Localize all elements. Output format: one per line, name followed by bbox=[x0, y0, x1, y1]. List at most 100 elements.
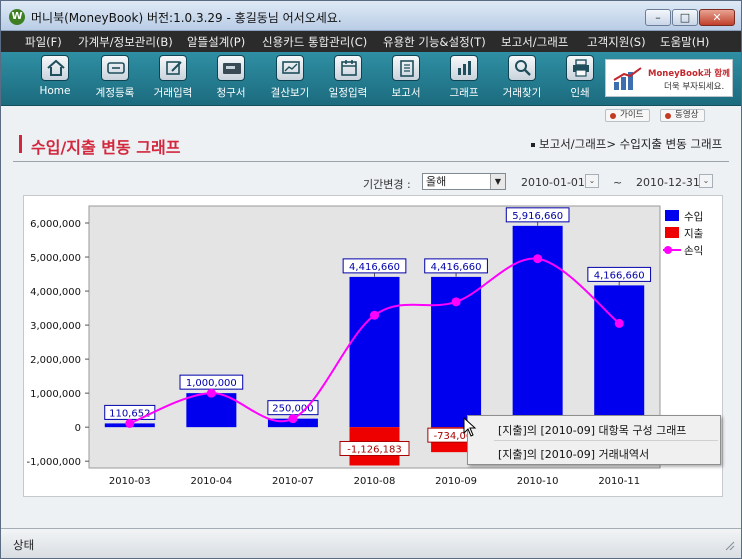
toolbar-find-transaction-button[interactable]: 거래찾기 bbox=[495, 55, 549, 103]
income-data-label: 5,916,660 bbox=[512, 211, 563, 222]
menu-credit-card[interactable]: 신용카드 통합관리(C) bbox=[262, 34, 367, 50]
menu-support[interactable]: 고객지원(S) bbox=[587, 34, 646, 50]
moneybook-app-icon: W bbox=[9, 9, 25, 25]
net-profit-point bbox=[206, 388, 216, 398]
y-tick-label: -1,000,000 bbox=[26, 457, 81, 468]
toolbar-print-button[interactable]: 인쇄 bbox=[553, 55, 607, 103]
start-date[interactable]: 2010-01-01 bbox=[521, 176, 585, 189]
period-label: 기간변경 : bbox=[363, 178, 411, 191]
header-divider bbox=[13, 161, 729, 162]
y-tick-label: 0 bbox=[75, 423, 81, 434]
y-tick-label: 4,000,000 bbox=[30, 287, 81, 298]
toolbar-report-button[interactable]: 보고서 bbox=[379, 55, 433, 103]
guide-button[interactable]: 가이드 bbox=[605, 109, 651, 122]
y-tick-label: 5,000,000 bbox=[30, 253, 81, 264]
context-menu-item-transaction-list[interactable]: [지출]의 [2010-09] 거래내역서 bbox=[498, 446, 649, 462]
net-profit-point bbox=[288, 414, 298, 424]
breadcrumb: 보고서/그래프> 수입지출 변동 그래프 bbox=[531, 136, 722, 152]
minimize-button[interactable]: – bbox=[645, 9, 671, 26]
start-date-picker-button[interactable]: ⌄ bbox=[585, 174, 599, 188]
toolbar-transaction-entry-button[interactable]: 거래입력 bbox=[146, 55, 200, 103]
mouse-cursor-icon bbox=[463, 417, 477, 437]
maximize-button[interactable]: □ bbox=[672, 9, 698, 26]
resize-grip-icon[interactable] bbox=[723, 539, 735, 551]
end-date[interactable]: 2010-12-31 bbox=[636, 176, 700, 189]
x-tick-label: 2010-03 bbox=[109, 476, 151, 487]
income-data-label: 250,000 bbox=[272, 404, 313, 415]
video-bullet-icon bbox=[665, 113, 671, 119]
context-menu-separator bbox=[494, 440, 718, 441]
toolbar-settlement-button[interactable]: 결산보기 bbox=[263, 55, 317, 103]
toolbar-label: 결산보기 bbox=[270, 87, 310, 99]
period-select-value: 올해 bbox=[426, 175, 447, 188]
net-profit-point bbox=[125, 418, 135, 428]
video-button-label: 동영상 bbox=[675, 110, 699, 120]
report-icon bbox=[392, 55, 420, 81]
main-toolbar: Home 계정등록 거래입력 청구서 결산보기 일정입력 보고서 그래프 거래찾… bbox=[1, 52, 741, 106]
toolbar-home-button[interactable]: Home bbox=[28, 55, 82, 103]
home-icon bbox=[41, 55, 69, 81]
menu-ledger-info[interactable]: 가계부/정보관리(B) bbox=[78, 34, 173, 50]
ad-chart-icon bbox=[613, 67, 642, 90]
title-bar: W 머니북(MoneyBook) 버전:1.0.3.29 - 홍길동님 어서오세… bbox=[1, 1, 741, 31]
toolbar-label: Home bbox=[39, 85, 71, 97]
ad-line-2: 더욱 부자되세요. bbox=[664, 82, 725, 92]
close-button[interactable]: ✕ bbox=[699, 9, 735, 26]
income-data-label: 1,000,000 bbox=[186, 378, 237, 389]
menu-bar: 파일(F) 가계부/정보관리(B) 알뜰설계(P) 신용카드 통합관리(C) 유… bbox=[1, 31, 741, 52]
legend-income-swatch bbox=[665, 210, 679, 221]
status-bar: 상태 bbox=[1, 528, 741, 558]
dropdown-arrow-icon[interactable]: ▼ bbox=[490, 174, 505, 189]
x-tick-label: 2010-10 bbox=[517, 476, 559, 487]
window-title: 머니북(MoneyBook) 버전:1.0.3.29 - 홍길동님 어서오세요. bbox=[31, 11, 342, 25]
page-title: 수입/지출 변동 그래프 bbox=[31, 138, 181, 157]
y-tick-label: 3,000,000 bbox=[30, 321, 81, 332]
toolbar-schedule-button[interactable]: 일정입력 bbox=[321, 55, 375, 103]
video-button[interactable]: 동영상 bbox=[660, 109, 706, 122]
toolbar-label: 청구서 bbox=[216, 87, 246, 99]
menu-budget-plan[interactable]: 알뜰설계(P) bbox=[187, 34, 245, 50]
bill-card-icon bbox=[217, 55, 245, 81]
y-tick-label: 6,000,000 bbox=[30, 219, 81, 230]
toolbar-label: 인쇄 bbox=[570, 87, 590, 99]
chevron-down-icon: ⌄ bbox=[588, 176, 596, 185]
chevron-down-icon: ⌄ bbox=[702, 176, 710, 185]
net-profit-point bbox=[614, 318, 624, 328]
toolbar-graph-button[interactable]: 그래프 bbox=[437, 55, 491, 103]
legend-net-label: 손익 bbox=[684, 245, 703, 257]
toolbar-label: 일정입력 bbox=[328, 87, 368, 99]
toolbar-account-register-button[interactable]: 계정등록 bbox=[88, 55, 142, 103]
app-window: W 머니북(MoneyBook) 버전:1.0.3.29 - 홍길동님 어서오세… bbox=[0, 0, 742, 559]
y-tick-label: 1,000,000 bbox=[30, 389, 81, 400]
title-accent-bar bbox=[19, 135, 22, 153]
y-tick-label: 2,000,000 bbox=[30, 355, 81, 366]
toolbar-label: 거래찾기 bbox=[502, 87, 542, 99]
moneybook-ad-banner[interactable]: MoneyBook과 함께 더욱 부자되세요. bbox=[605, 59, 733, 97]
printer-icon bbox=[566, 55, 594, 81]
legend-net-marker bbox=[664, 246, 672, 254]
context-menu: [지출]의 [2010-09] 대항목 구성 그래프 [지출]의 [2010-0… bbox=[467, 415, 721, 465]
account-register-icon bbox=[101, 55, 129, 81]
breadcrumb-text: 보고서/그래프> 수입지출 변동 그래프 bbox=[539, 137, 723, 151]
x-tick-label: 2010-09 bbox=[435, 476, 477, 487]
toolbar-label: 보고서 bbox=[391, 87, 421, 99]
bar-graph-icon bbox=[450, 55, 478, 81]
end-date-picker-button[interactable]: ⌄ bbox=[699, 174, 713, 188]
guide-button-label: 가이드 bbox=[620, 110, 644, 120]
schedule-calendar-icon bbox=[334, 55, 362, 81]
context-menu-item-category-graph[interactable]: [지출]의 [2010-09] 대항목 구성 그래프 bbox=[498, 422, 686, 438]
magnifier-icon bbox=[508, 55, 536, 81]
settlement-monitor-icon bbox=[276, 55, 304, 81]
status-text: 상태 bbox=[13, 538, 35, 552]
legend-income-label: 수입 bbox=[684, 210, 703, 223]
menu-features-settings[interactable]: 유용한 기능&설정(T) bbox=[383, 34, 486, 50]
toolbar-bill-button[interactable]: 청구서 bbox=[204, 55, 258, 103]
menu-reports-graphs[interactable]: 보고서/그래프 bbox=[501, 34, 568, 50]
menu-help[interactable]: 도움말(H) bbox=[660, 34, 709, 50]
income-data-label: 4,416,660 bbox=[349, 262, 400, 273]
legend-expense-swatch bbox=[665, 227, 679, 238]
net-profit-point bbox=[451, 297, 461, 307]
period-select[interactable]: 올해 ▼ bbox=[422, 173, 506, 190]
x-tick-label: 2010-07 bbox=[272, 476, 314, 487]
menu-file[interactable]: 파일(F) bbox=[25, 34, 62, 50]
